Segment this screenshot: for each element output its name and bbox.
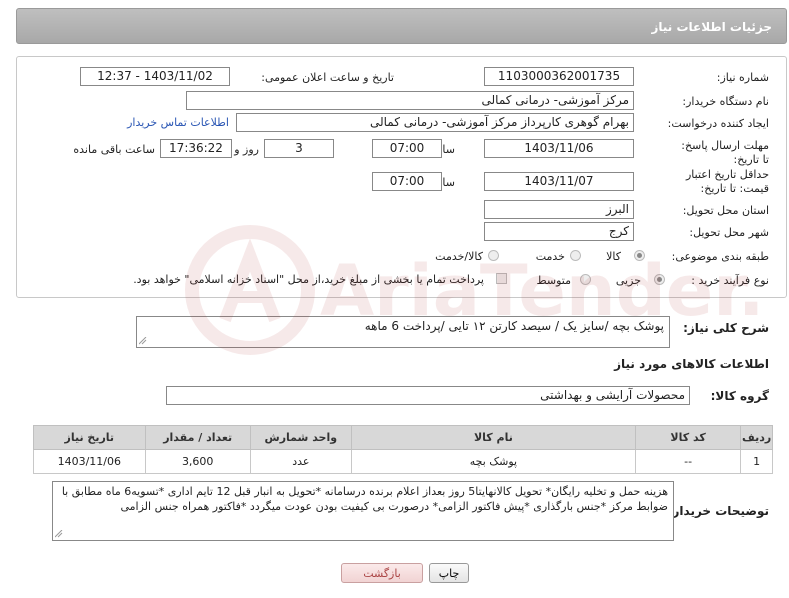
col-date: تاریخ نیاز: [33, 425, 146, 450]
need-number-label: شماره نیاز:: [716, 71, 769, 84]
buyer-org-field[interactable]: مرکز آموزشی- درمانی کمالی: [186, 91, 634, 110]
treasury-payment-note: پرداخت تمام یا بخشی از مبلغ خرید،از محل …: [133, 273, 484, 286]
category-option-goods: کالا: [606, 250, 621, 263]
buyer-notes-text: هزینه حمل و تخلیه رایگان* تحویل کالانهای…: [61, 485, 668, 513]
cell-code: --: [634, 449, 742, 474]
cell-date: 1403/11/06: [33, 449, 146, 474]
page-title: جزئیات اطلاعات نیاز: [651, 20, 772, 34]
price-deadline-label: حداقل تاریخ اعتبار قیمت: تا تاریخ:: [685, 168, 769, 195]
requester-label: ایجاد کننده درخواست:: [667, 117, 769, 130]
days-label: روز و: [234, 143, 259, 156]
buyer-notes-label: توضیحات خریدار:: [667, 504, 769, 518]
resize-grip-icon[interactable]: [55, 530, 63, 538]
page-header: جزئیات اطلاعات نیاز: [16, 8, 787, 44]
print-button[interactable]: چاپ: [429, 563, 469, 583]
send-date-field[interactable]: 1403/11/06: [484, 139, 634, 158]
need-number-field[interactable]: 1103000362001735: [484, 67, 634, 86]
col-row: ردیف: [740, 425, 773, 450]
send-deadline-label: مهلت ارسال پاسخ: تا تاریخ:: [681, 139, 769, 166]
goods-group-label: گروه کالا:: [710, 389, 769, 403]
send-time-field[interactable]: 07:00: [372, 139, 442, 158]
purchase-radio-minor[interactable]: [654, 274, 665, 285]
days-remaining-field[interactable]: 3: [264, 139, 334, 158]
resize-grip-icon[interactable]: [139, 337, 147, 345]
need-details-page: جزئیات اطلاعات نیاز شماره نیاز: 11030003…: [0, 0, 789, 598]
purchase-radio-medium[interactable]: [580, 274, 591, 285]
announce-datetime-field[interactable]: 1403/11/02 - 12:37: [80, 67, 230, 86]
remaining-time-field[interactable]: 17:36:22: [160, 139, 232, 158]
goods-group-field[interactable]: محصولات آرایشی و بهداشتی: [166, 386, 690, 405]
category-radio-goods-service[interactable]: [488, 250, 499, 261]
city-label: شهر محل تحویل:: [689, 226, 769, 239]
price-date-field[interactable]: 1403/11/07: [484, 172, 634, 191]
goods-table: ردیف کد کالا نام کالا واحد شمارش تعداد /…: [33, 425, 773, 474]
purchase-option-medium: متوسط: [536, 274, 571, 287]
summary-text: پوشک بچه /سایز یک / سیصد کارتن ۱۲ تایی /…: [364, 319, 664, 333]
city-field[interactable]: کرج: [484, 222, 634, 241]
summary-label: شرح کلی نیاز:: [683, 321, 769, 335]
category-option-service: خدمت: [535, 250, 565, 263]
announce-datetime-label: تاریخ و ساعت اعلان عمومی:: [261, 71, 394, 84]
price-time-field[interactable]: 07:00: [372, 172, 442, 191]
province-field[interactable]: البرز: [484, 200, 634, 219]
purchase-option-minor: جزیی: [615, 274, 641, 287]
category-radio-service[interactable]: [570, 250, 581, 261]
summary-textarea[interactable]: پوشک بچه /سایز یک / سیصد کارتن ۱۲ تایی /…: [136, 316, 670, 348]
table-row[interactable]: 1 -- پوشک بچه عدد 3,600 1403/11/06: [33, 449, 773, 474]
cell-unit: عدد: [249, 449, 352, 474]
buyer-notes-textarea[interactable]: هزینه حمل و تخلیه رایگان* تحویل کالانهای…: [52, 481, 674, 541]
remaining-time-label: ساعت باقی مانده: [73, 143, 155, 156]
col-qty: تعداد / مقدار: [144, 425, 251, 450]
requester-field[interactable]: بهرام گوهری کارپرداز مرکز آموزشی- درمانی…: [236, 113, 634, 132]
treasury-payment-checkbox[interactable]: [496, 273, 507, 284]
col-code: کد کالا: [634, 425, 742, 450]
goods-section-title: اطلاعات کالاهای مورد نیاز: [614, 357, 769, 371]
cell-row: 1: [740, 449, 773, 474]
category-option-goods-service: کالا/خدمت: [435, 250, 483, 263]
province-label: استان محل تحویل:: [682, 204, 769, 217]
back-button[interactable]: بازگشت: [341, 563, 423, 583]
col-name: نام کالا: [350, 425, 636, 450]
purchase-type-label: نوع فرآیند خرید :: [691, 274, 769, 287]
cell-name: پوشک بچه: [350, 449, 636, 474]
col-unit: واحد شمارش: [249, 425, 352, 450]
category-label: طبقه بندی موضوعی:: [671, 250, 769, 263]
buyer-org-label: نام دستگاه خریدار:: [682, 95, 769, 108]
goods-table-header: ردیف کد کالا نام کالا واحد شمارش تعداد /…: [33, 425, 773, 450]
buyer-contact-link[interactable]: اطلاعات تماس خریدار: [127, 116, 229, 129]
category-radio-goods[interactable]: [634, 250, 645, 261]
cell-qty: 3,600: [144, 449, 251, 474]
